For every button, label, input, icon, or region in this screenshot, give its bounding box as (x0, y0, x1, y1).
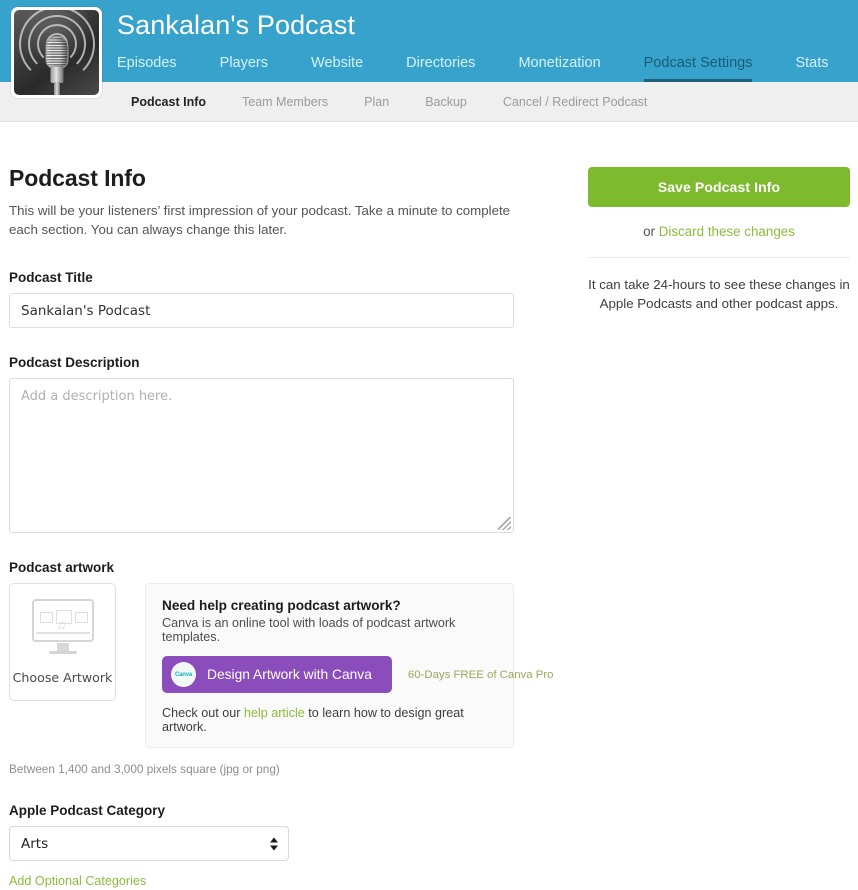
app-header: Sankalan's Podcast Episodes Players Webs… (0, 0, 858, 98)
sidebar-divider (588, 257, 850, 258)
nav-item-directories[interactable]: Directories (406, 55, 475, 82)
nav-item-episodes[interactable]: Episodes (117, 55, 177, 82)
help-article-link[interactable]: help article (244, 706, 305, 720)
nav-item-stats[interactable]: Stats (795, 55, 828, 82)
canva-promo-text: 60-Days FREE of Canva Pro (407, 668, 554, 681)
artwork-requirements-note: Between 1,400 and 3,000 pixels square (j… (9, 762, 280, 776)
podcast-description-textarea[interactable] (9, 378, 514, 533)
page-title: Podcast Info (9, 165, 146, 191)
canva-logo-icon: Canva (171, 662, 196, 687)
sidebar-info-note: It can take 24-hours to see these change… (588, 277, 850, 311)
canva-panel-title: Need help creating podcast artwork? (162, 598, 401, 613)
canva-help-panel: Need help creating podcast artwork? Canv… (145, 583, 553, 748)
nav-item-podcast-settings[interactable]: Podcast Settings (643, 55, 753, 82)
canva-cta-row: Canva Design Artwork with Canva 60-Days … (162, 656, 553, 693)
canva-button-label: Design Artwork with Canva (207, 667, 372, 682)
podcast-description-label: Podcast Description (9, 355, 140, 370)
canva-footer-prefix: Check out our (162, 706, 244, 720)
actions-sidebar: Save Podcast Info or Discard these chang… (588, 167, 850, 313)
discard-changes-link[interactable]: Discard these changes (659, 224, 795, 239)
page-subtitle: This will be your listeners’ first impre… (9, 203, 511, 237)
settings-subnavigation: Podcast Info Team Members Plan Backup Ca… (0, 82, 858, 122)
discard-row: or Discard these changes (588, 224, 850, 239)
monitor-gallery-icon: ♫ (31, 599, 94, 655)
podcast-title-label: Podcast Title (9, 270, 93, 285)
monitor-screen: ♫ (31, 599, 94, 642)
thumbnail-left-icon (39, 611, 53, 623)
podcast-title-input[interactable] (9, 293, 514, 328)
subnav-item-cancel-redirect-podcast[interactable]: Cancel / Redirect Podcast (503, 95, 648, 109)
category-select-wrapper: Arts (9, 826, 289, 861)
artwork-row: ♫ Choose Artwork Need help creating podc… (9, 583, 553, 748)
save-podcast-info-button[interactable]: Save Podcast Info (588, 167, 850, 207)
choose-artwork-button[interactable]: ♫ Choose Artwork (9, 583, 116, 701)
podcast-description-wrapper (9, 378, 514, 533)
microphone-head (45, 36, 68, 69)
music-note-icon: ♫ (56, 617, 67, 632)
canva-panel-subtitle: Canva is an online tool with loads of po… (162, 616, 456, 644)
nav-item-players[interactable]: Players (220, 55, 268, 82)
add-optional-categories-link[interactable]: Add Optional Categories (9, 874, 146, 888)
microphone-icon (14, 10, 99, 95)
subnav-item-backup[interactable]: Backup (425, 95, 467, 109)
monitor-base (48, 651, 77, 654)
microphone-body (50, 67, 63, 83)
nav-item-website[interactable]: Website (311, 55, 363, 82)
subnav-item-podcast-info[interactable]: Podcast Info (131, 95, 206, 109)
monitor-neck (56, 643, 69, 651)
podcast-artwork-thumbnail[interactable] (11, 7, 102, 98)
nav-item-monetization[interactable]: Monetization (518, 55, 600, 82)
page-podcast-name: Sankalan's Podcast (117, 10, 356, 40)
form-column: Podcast Info This will be your listeners… (9, 165, 553, 890)
thumbnail-right-icon (74, 611, 88, 623)
apple-podcast-category-select[interactable]: Arts (9, 826, 289, 861)
choose-artwork-label: Choose Artwork (12, 670, 113, 685)
canva-help-footer: Check out our help article to learn how … (162, 706, 497, 734)
apple-podcast-category-label: Apple Podcast Category (9, 803, 166, 818)
podcast-artwork-label: Podcast artwork (9, 560, 115, 575)
subnav-item-team-members[interactable]: Team Members (242, 95, 328, 109)
subnav-item-plan[interactable]: Plan (364, 95, 389, 109)
microphone-stem (53, 82, 60, 95)
discard-prefix: or (643, 224, 659, 239)
page-content: Podcast Info This will be your listeners… (0, 122, 858, 888)
design-artwork-with-canva-button[interactable]: Canva Design Artwork with Canva (162, 656, 392, 693)
primary-navigation: Episodes Players Website Directories Mon… (117, 54, 829, 82)
